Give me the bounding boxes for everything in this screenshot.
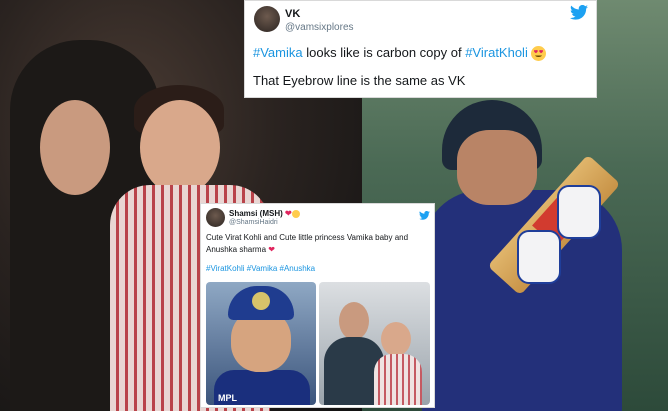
cap-badge-icon bbox=[252, 292, 270, 310]
tweet-author-name[interactable]: VK bbox=[285, 8, 300, 20]
twitter-bird-icon[interactable] bbox=[570, 4, 588, 25]
tweet-author-name[interactable]: Shamsi (MSH) bbox=[229, 209, 283, 218]
crying-face-icon bbox=[291, 209, 300, 218]
tweet-author-name-row: Shamsi (MSH) ❤ bbox=[229, 209, 300, 218]
tweet-card-vk: VK @vamsixplores #Vamika looks like is c… bbox=[244, 0, 597, 98]
jersey-sponsor-text: MPL bbox=[218, 393, 237, 403]
twitter-bird-icon[interactable] bbox=[419, 207, 430, 225]
avatar[interactable] bbox=[254, 6, 280, 32]
batting-glove bbox=[517, 230, 561, 284]
red-heart-icon: ❤ bbox=[268, 245, 275, 254]
tweet-card-shamsi: Shamsi (MSH) ❤ @ShamsiHaidri Cute Virat … bbox=[200, 203, 435, 408]
tweet-text-line-1: Cute Virat Kohli and Cute little princes… bbox=[206, 233, 409, 242]
heart-eyes-emoji-icon bbox=[531, 46, 547, 62]
child-in-cap-photo[interactable]: MPL bbox=[206, 282, 316, 405]
hashtag-link[interactable]: #ViratKholi bbox=[465, 45, 528, 60]
mother-and-baby-photo[interactable] bbox=[319, 282, 430, 405]
avatar[interactable] bbox=[206, 208, 225, 227]
batsman-face bbox=[457, 130, 537, 205]
tweet-text-line-2: Anushka sharma ❤ bbox=[206, 245, 275, 254]
hashtag-links[interactable]: #ViratKohli #Vamika #Anushka bbox=[206, 264, 315, 273]
tweet-text-line-2: That Eyebrow line is the same as VK bbox=[253, 73, 466, 88]
tweet-text-line-1: #Vamika looks like is carbon copy of #Vi… bbox=[253, 45, 547, 62]
hashtag-link[interactable]: #Vamika bbox=[253, 45, 303, 60]
tweet-author-handle[interactable]: @vamsixplores bbox=[285, 22, 354, 33]
tweet-author-handle[interactable]: @ShamsiHaidri bbox=[229, 219, 278, 226]
batting-glove bbox=[557, 185, 601, 239]
tweet-text: looks like is carbon copy of bbox=[302, 45, 466, 60]
baby-face bbox=[140, 100, 220, 195]
tweet-text: Anushka sharma bbox=[206, 245, 267, 254]
woman-face bbox=[40, 100, 110, 195]
woman-face bbox=[339, 302, 369, 340]
striped-dress bbox=[374, 354, 422, 405]
baby-face bbox=[381, 322, 411, 356]
batsman-figure bbox=[422, 90, 622, 411]
broken-heart-icon: ❤ bbox=[285, 209, 292, 218]
